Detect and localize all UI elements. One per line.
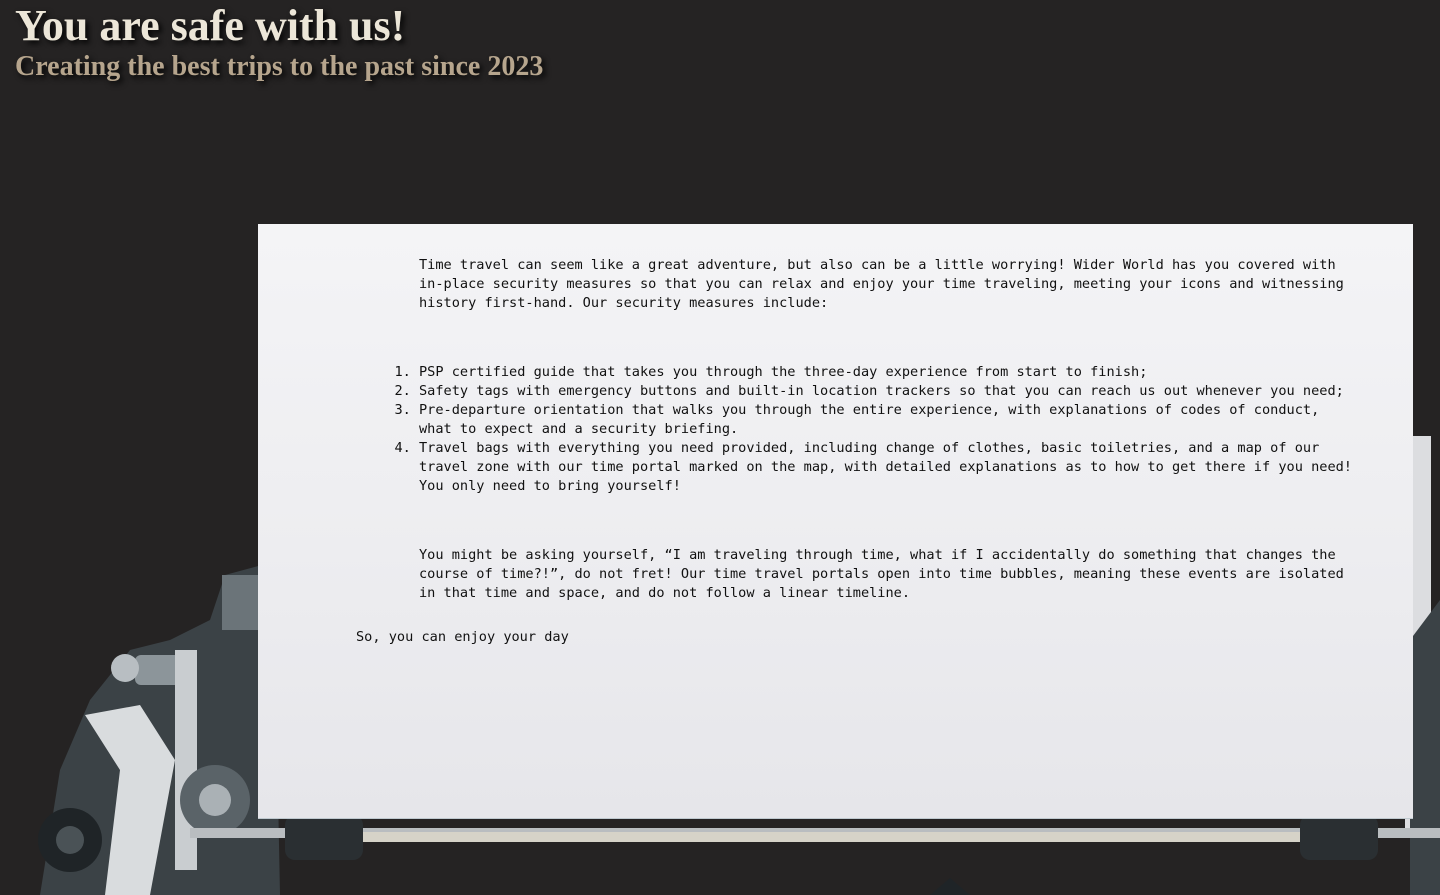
paper-text: Time travel can seem like a great advent… bbox=[356, 256, 1356, 647]
closing-paragraph: You might be asking yourself, “I am trav… bbox=[419, 547, 1344, 601]
roller-left-grip bbox=[285, 815, 363, 860]
typewriter-paper: Time travel can seem like a great advent… bbox=[258, 224, 1413, 819]
typewriter-left-knob bbox=[111, 654, 139, 682]
list-item: Pre-departure orientation that walks you… bbox=[419, 401, 1356, 439]
intro-paragraph: Time travel can seem like a great advent… bbox=[419, 257, 1344, 311]
typewriter-left-arm bbox=[222, 575, 262, 630]
list-item: Travel bags with everything you need pro… bbox=[419, 439, 1356, 496]
list-item: PSP certified guide that takes you throu… bbox=[419, 363, 1356, 382]
paper-bail-scale bbox=[360, 832, 1300, 842]
security-measures-list: PSP certified guide that takes you throu… bbox=[356, 363, 1356, 496]
signoff-text: So, you can enjoy your day bbox=[356, 629, 569, 645]
roller-right-grip bbox=[1300, 815, 1378, 860]
typewriter-right-mechanism bbox=[1410, 600, 1440, 895]
list-item: Safety tags with emergency buttons and b… bbox=[419, 382, 1356, 401]
roller-center-guide bbox=[930, 878, 970, 895]
